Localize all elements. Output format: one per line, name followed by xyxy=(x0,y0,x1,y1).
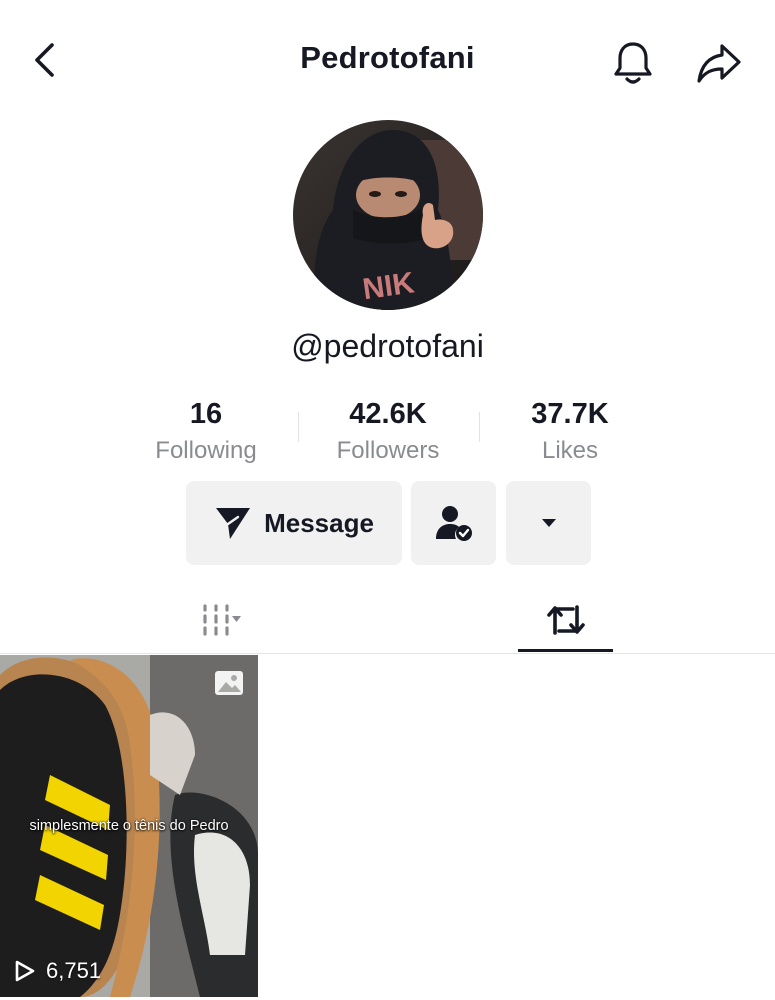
message-label: Message xyxy=(264,507,374,538)
following-label: Following xyxy=(155,437,257,464)
stat-followers[interactable]: 42.6K Followers xyxy=(298,396,478,468)
share-arrow-icon xyxy=(697,44,741,83)
more-options-button[interactable] xyxy=(506,481,591,565)
following-count: 16 xyxy=(189,398,223,430)
share-button[interactable] xyxy=(692,36,746,90)
paper-plane-icon xyxy=(216,508,251,539)
person-check-icon xyxy=(435,506,472,541)
tab-videos[interactable] xyxy=(160,592,260,648)
message-button[interactable]: Message xyxy=(186,481,402,565)
active-tab-indicator xyxy=(518,649,613,652)
likes-label: Likes xyxy=(541,437,599,464)
profile-avatar[interactable]: NIK xyxy=(293,120,483,310)
friends-button[interactable] xyxy=(411,481,496,565)
tab-divider xyxy=(0,653,775,654)
likes-count: 37.7K xyxy=(531,398,609,430)
followers-count: 42.6K xyxy=(349,398,427,430)
play-icon xyxy=(15,960,35,982)
profile-handle: @pedrotofani xyxy=(291,328,484,364)
stat-likes[interactable]: 37.7K Likes xyxy=(480,396,660,468)
stat-following[interactable]: 16 Following xyxy=(116,396,296,468)
followers-label: Followers xyxy=(336,437,440,464)
tab-reposts[interactable] xyxy=(518,592,613,648)
grid-icon xyxy=(203,604,241,636)
repost-icon xyxy=(546,605,585,635)
video-caption: simplesmente o tênis do Pedro xyxy=(29,818,229,834)
views-count: 6,751 xyxy=(46,958,102,983)
bell-icon xyxy=(614,42,652,84)
caret-down-icon xyxy=(541,519,556,527)
video-views: 6,751 xyxy=(14,958,101,984)
notifications-button[interactable] xyxy=(606,36,660,90)
avatar-image: NIK xyxy=(293,120,483,310)
photo-icon xyxy=(214,670,244,701)
